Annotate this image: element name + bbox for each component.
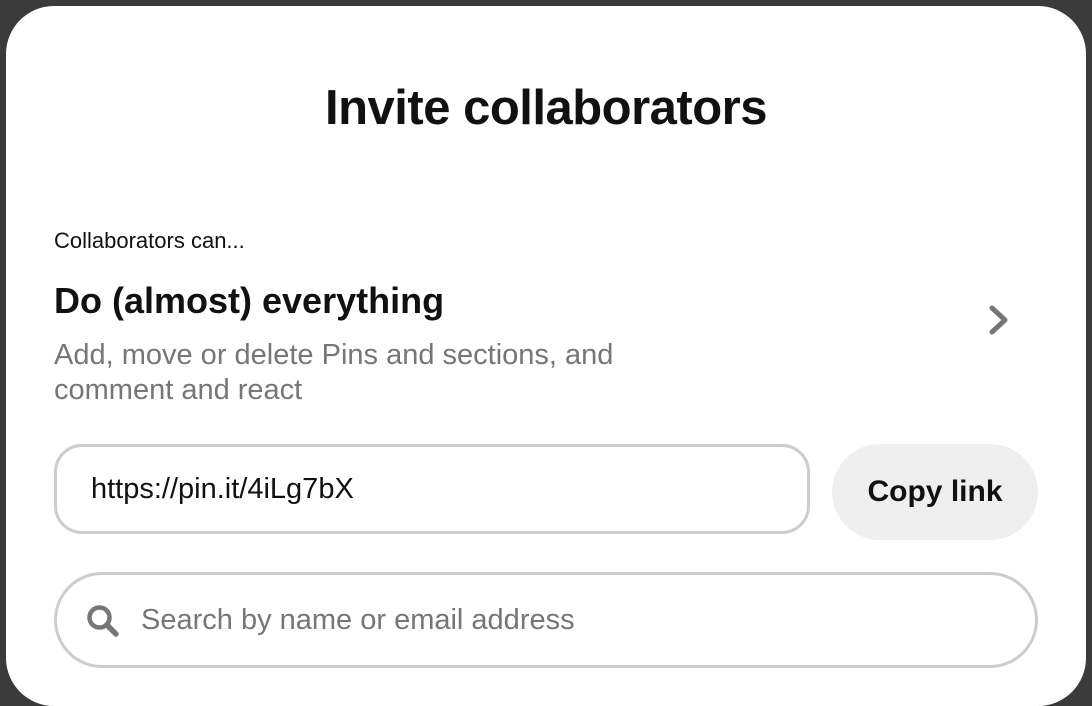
permission-level-description: Add, move or delete Pins and sections, a… [54,339,614,406]
search-icon [87,605,119,637]
share-link-field[interactable] [54,444,810,534]
invite-collaborators-modal: Invite collaborators Collaborators can..… [6,6,1086,706]
collaborator-search[interactable] [54,572,1038,668]
permissions-caption: Collaborators can... [54,228,245,253]
chevron-right-icon[interactable] [978,300,1018,340]
modal-title: Invite collaborators [324,81,768,135]
permission-level-title: Do (almost) everything [54,280,445,321]
permission-level-selector[interactable]: Do (almost) everything Add, move or dele… [54,276,1026,412]
search-input[interactable] [137,575,1025,665]
copy-link-button[interactable]: Copy link [832,444,1038,540]
